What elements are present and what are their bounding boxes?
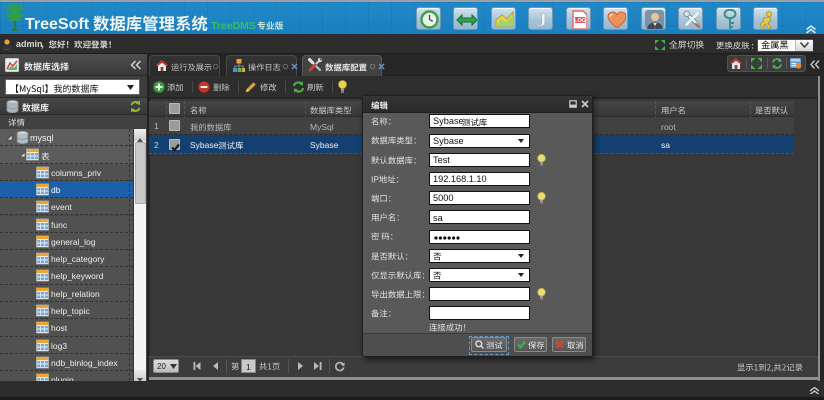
svg-text:J: J <box>537 10 547 30</box>
svg-text:LOG: LOG <box>574 18 586 24</box>
